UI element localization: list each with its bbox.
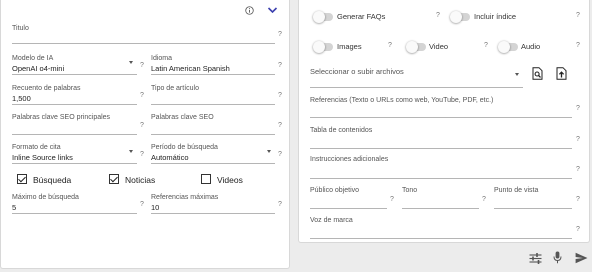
help-icon[interactable]: ? [278,31,282,38]
file-upload-icon[interactable] [555,66,567,80]
title-label: Titulo [12,25,29,32]
citation-format-label: Formato de cita [12,144,61,151]
files-select-underline [310,87,523,88]
search-checkbox-label: Búsqueda [33,175,72,185]
additional-instructions-underline [310,178,572,179]
caret-down-icon [129,150,133,153]
ai-model-underline [12,74,137,75]
video-toggle-label: Video [429,42,449,51]
help-icon[interactable]: ? [140,151,144,158]
files-select-label: Seleccionar o subir archivos [310,67,404,76]
caret-down-icon [129,61,133,64]
language-label: Idioma [151,55,173,62]
word-count-value: 1,500 [12,94,31,103]
tone-label: Tono [402,187,418,194]
ai-model-value: OpenAI o4-mini [12,64,65,73]
help-icon[interactable]: ? [388,42,392,49]
caret-down-icon [515,73,519,76]
references-underline [310,117,572,118]
additional-instructions-label: Instrucciones adicionales [310,156,389,163]
seo-keywords-underline [151,134,275,135]
tone-underline [402,208,479,209]
images-toggle-label: Images [337,42,362,51]
index-toggle-switch[interactable] [450,11,470,23]
help-icon[interactable]: ? [278,62,282,69]
max-references-value: 10 [151,203,160,212]
faq-toggle-label: Generar FAQs [337,12,386,21]
videos-checkbox-label: Videos [217,175,243,185]
search-checkbox-box[interactable] [17,174,27,184]
help-icon[interactable]: ? [140,122,144,129]
article-type-label: Tipo de artículo [151,85,199,92]
sliders-icon[interactable] [528,252,542,264]
help-icon[interactable]: ? [390,196,394,203]
point-of-view-label: Punto de vista [494,187,539,194]
max-search-value: 5 [12,203,17,212]
images-toggle-switch[interactable] [313,41,333,53]
settings-right-panel: Generar FAQs ? Incluir índice ? Images ?… [298,0,590,243]
help-icon[interactable]: ? [436,12,440,19]
brand-voice-underline [310,238,572,239]
help-icon[interactable]: ? [140,92,144,99]
help-icon[interactable]: ? [576,226,580,233]
caret-down-icon [267,150,271,153]
references-label: Referencias (Texto o URLs como web, YouT… [310,97,494,104]
help-icon[interactable]: ? [576,42,580,49]
info-icon[interactable] [244,5,254,15]
language-underline [151,74,275,75]
main-seo-keywords-underline [12,134,137,135]
settings-left-panel: Titulo ? Modelo de IA OpenAI o4-mini ? I… [0,0,290,269]
brand-voice-label: Voz de marca [310,217,353,224]
point-of-view-underline [494,208,572,209]
table-of-contents-underline [310,148,572,149]
video-toggle-switch[interactable] [406,41,426,53]
help-icon[interactable]: ? [278,151,282,158]
audio-toggle-switch[interactable] [498,41,518,53]
table-of-contents-label: Tabla de contenidos [310,127,373,134]
audio-toggle-label: Audio [521,42,541,51]
file-search-icon[interactable] [531,66,543,80]
search-period-value: Automático [151,153,189,162]
citation-format-value: Inline Source links [12,153,73,162]
videos-checkbox-box[interactable] [201,174,211,184]
word-count-label: Recuento de palabras [12,85,81,92]
max-references-label: Referencias máximas [151,194,219,201]
citation-format-underline [12,163,137,164]
help-icon[interactable]: ? [576,136,580,143]
ai-model-label: Modelo de IA [12,55,54,62]
max-search-label: Máximo de búsqueda [12,194,79,201]
index-toggle-label: Incluir índice [474,12,517,21]
microphone-icon[interactable] [552,251,562,264]
max-references-underline [151,213,275,214]
title-underline [12,43,275,44]
max-search-underline [12,213,137,214]
language-value: Latin American Spanish [151,64,230,73]
help-icon[interactable]: ? [576,105,580,112]
article-type-underline [151,104,275,105]
faq-toggle-switch[interactable] [313,11,333,23]
target-audience-label: Público objetivo [310,187,360,194]
help-icon[interactable]: ? [482,196,486,203]
help-icon[interactable]: ? [140,201,144,208]
help-icon[interactable]: ? [576,12,580,19]
news-checkbox-box[interactable] [109,174,119,184]
news-checkbox-label: Noticias [125,175,156,185]
send-icon[interactable] [574,251,588,264]
search-period-label: Período de búsqueda [151,144,218,151]
help-icon[interactable]: ? [140,62,144,69]
help-icon[interactable]: ? [278,92,282,99]
word-count-underline [12,104,137,105]
search-period-underline [151,163,275,164]
help-icon[interactable]: ? [576,196,580,203]
main-seo-keywords-label: Palabras clave SEO principales [12,114,111,121]
help-icon[interactable]: ? [278,201,282,208]
help-icon[interactable]: ? [278,122,282,129]
target-audience-underline [310,208,387,209]
help-icon[interactable]: ? [484,42,488,49]
seo-keywords-label: Palabras clave SEO [151,114,214,121]
chevron-down-icon[interactable] [266,5,278,15]
help-icon[interactable]: ? [576,166,580,173]
